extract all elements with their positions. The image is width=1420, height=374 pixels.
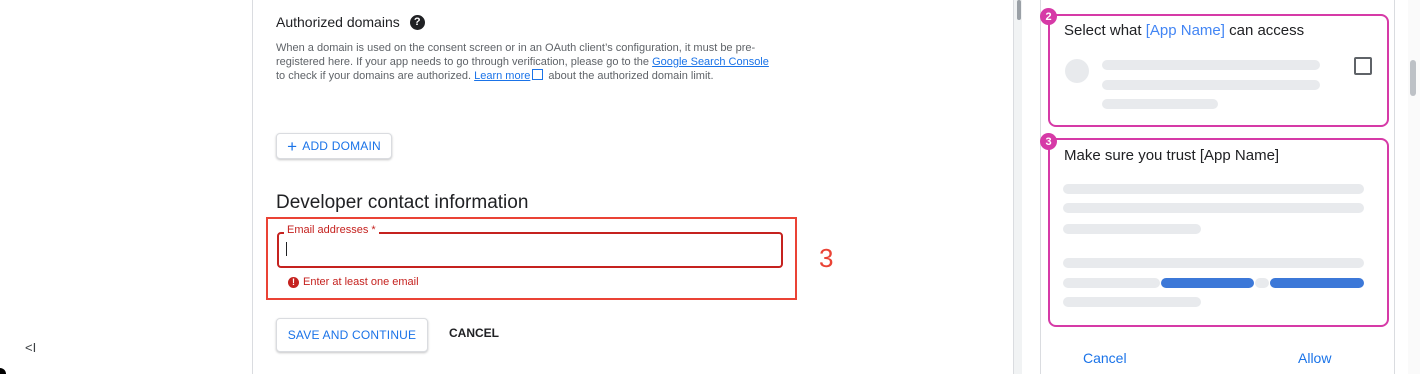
collapse-sidebar-button[interactable]: <I: [25, 340, 36, 355]
skeleton-link: [1161, 278, 1254, 288]
access-card-title: Select what [App Name] can access: [1064, 22, 1304, 39]
trust-card-title: Make sure you trust [App Name]: [1064, 147, 1280, 164]
skeleton-line: [1102, 99, 1218, 109]
external-link-icon: [532, 69, 544, 80]
save-and-continue-button[interactable]: SAVE AND CONTINUE: [276, 318, 428, 352]
trust-app-card: Make sure you trust [App Name]: [1048, 138, 1389, 327]
skeleton-line: [1102, 60, 1320, 70]
preview-allow-button[interactable]: Allow: [1298, 350, 1331, 366]
page-scrollbar-thumb[interactable]: [1410, 60, 1416, 96]
text-caret: [286, 242, 287, 256]
developer-contact-heading: Developer contact information: [276, 192, 529, 213]
skeleton-line: [1102, 80, 1320, 90]
add-domain-label: ADD DOMAIN: [302, 139, 381, 153]
main-content: Authorized domains ? When a domain is us…: [253, 0, 1013, 374]
email-addresses-input[interactable]: [277, 232, 783, 268]
title-prefix: Select what: [1064, 22, 1146, 39]
skeleton-line: [1063, 184, 1364, 194]
page-scrollbar-track[interactable]: [1408, 0, 1420, 374]
email-addresses-label: Email addresses *: [284, 224, 379, 236]
annotation-number: 3: [819, 243, 834, 273]
error-text: Enter at least one email: [303, 276, 419, 288]
avatar-placeholder: [1065, 59, 1089, 83]
authorized-domains-description: When a domain is used on the consent scr…: [276, 42, 776, 84]
skeleton-line: [1063, 258, 1364, 268]
consent-screen-preview: Select what [App Name] can access 2 Make…: [1040, 0, 1395, 374]
annotation-badge: 2: [1040, 8, 1057, 25]
error-icon: !: [288, 276, 299, 288]
google-search-console-link[interactable]: Google Search Console: [652, 56, 769, 68]
skeleton-line: [1063, 224, 1201, 234]
plus-icon: +: [287, 136, 298, 156]
title-suffix: can access: [1224, 22, 1305, 39]
main-scrollbar-track[interactable]: [1014, 0, 1022, 374]
desc-text-3: about the authorized domain limit.: [545, 70, 714, 82]
help-icon[interactable]: ?: [409, 14, 425, 30]
annotation-badge: 3: [1040, 133, 1057, 150]
access-scope-card: Select what [App Name] can access: [1048, 14, 1389, 127]
desc-text-2: to check if your domains are authorized.: [276, 70, 475, 82]
skeleton-line: [1063, 203, 1364, 213]
add-domain-button[interactable]: + ADD DOMAIN: [276, 133, 392, 159]
skeleton-line: [1063, 278, 1160, 288]
authorized-domains-heading: Authorized domains ?: [276, 14, 425, 30]
left-gutter: [0, 0, 252, 374]
main-scrollbar-thumb[interactable]: [1017, 0, 1021, 20]
app-name: [App Name]: [1145, 22, 1225, 39]
skeleton-line: [1255, 278, 1269, 288]
authorized-domains-title: Authorized domains: [276, 14, 400, 30]
learn-more-link[interactable]: Learn more: [474, 70, 530, 82]
skeleton-line: [1063, 297, 1201, 307]
email-error-message: ! Enter at least one email: [288, 276, 419, 288]
preview-cancel-button[interactable]: Cancel: [1083, 350, 1127, 366]
cancel-button[interactable]: CANCEL: [449, 326, 499, 340]
scope-checkbox[interactable]: [1354, 57, 1372, 75]
skeleton-link: [1270, 278, 1364, 288]
